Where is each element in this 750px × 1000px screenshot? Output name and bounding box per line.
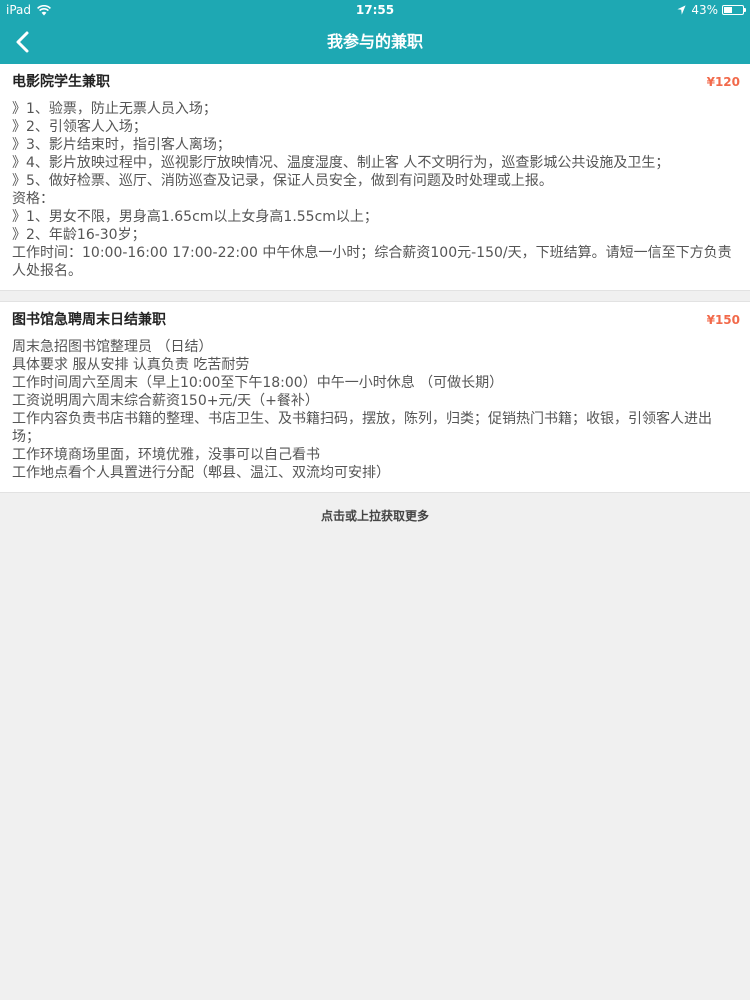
job-description: 周末急招图书馆整理员 （日结） 具体要求 服从安排 认真负责 吃苦耐劳 工作时间… (12, 339, 712, 481)
job-price: ¥120 (706, 75, 740, 89)
battery-percent: 43% (691, 3, 718, 17)
status-time: 17:55 (355, 3, 395, 17)
status-right: 43% (677, 3, 746, 17)
job-card[interactable]: 图书馆急聘周末日结兼职 ¥150 周末急招图书馆整理员 （日结） 具体要求 服从… (0, 301, 750, 493)
battery-level (724, 7, 732, 13)
job-list: 电影院学生兼职 ¥120 》1、验票，防止无票人员入场； 》2、引领客人入场； … (0, 64, 750, 524)
page-title: 我参与的兼职 (326, 32, 423, 51)
job-card[interactable]: 电影院学生兼职 ¥120 》1、验票，防止无票人员入场； 》2、引领客人入场； … (0, 64, 750, 291)
status-bar: iPad 17:55 43% (0, 0, 750, 20)
battery-icon (722, 5, 746, 15)
job-description: 》1、验票，防止无票人员入场； 》2、引领客人入场； 》3、影片结束时，指引客人… (12, 101, 732, 279)
chevron-left-icon (16, 31, 29, 53)
back-button[interactable] (8, 26, 40, 58)
job-price: ¥150 (706, 313, 740, 327)
load-more-button[interactable]: 点击或上拉获取更多 (0, 507, 750, 524)
location-icon (677, 5, 686, 15)
job-title: 图书馆急聘周末日结兼职 (12, 312, 166, 328)
job-title: 电影院学生兼职 (12, 74, 110, 90)
nav-bar: 我参与的兼职 (0, 20, 750, 64)
